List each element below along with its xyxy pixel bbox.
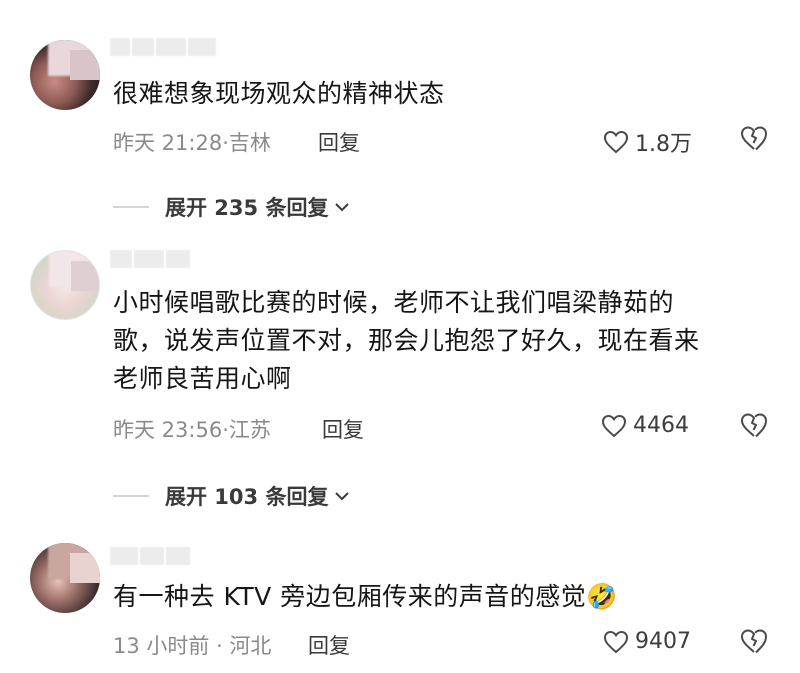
comment-line: 小时候唱歌比赛的时候，老师不让我们唱梁静茹的	[113, 288, 675, 317]
expand-replies-label: 展开 103 条回复	[165, 485, 329, 509]
reply-button[interactable]: 回复	[318, 127, 360, 157]
comment-meta: 13 小时前 · 河北	[113, 634, 272, 658]
broken-heart-icon[interactable]	[740, 412, 768, 438]
chevron-down-icon	[335, 203, 350, 212]
comment-text: 小时候唱歌比赛的时候，老师不让我们唱梁静茹的 歌，说发声位置不对，那会儿抱怨了好…	[113, 284, 700, 398]
username-redacted[interactable]	[110, 250, 192, 268]
comment-line: 有一种去 KTV 旁边包厢传来的声音的感觉🤣	[113, 582, 618, 611]
username-redacted[interactable]	[110, 38, 218, 56]
divider	[113, 495, 149, 497]
expand-replies-button[interactable]: 展开 235 条回复	[113, 192, 350, 222]
heart-outline-icon	[603, 130, 629, 154]
expand-replies-label: 展开 235 条回复	[165, 196, 329, 220]
avatar[interactable]	[30, 250, 100, 320]
comment-meta: 昨天 23:56·江苏	[113, 418, 271, 442]
avatar[interactable]	[30, 40, 100, 110]
like-count: 1.8万	[635, 132, 692, 157]
reply-button[interactable]: 回复	[308, 630, 350, 660]
comment-text: 有一种去 KTV 旁边包厢传来的声音的感觉🤣	[113, 578, 618, 616]
broken-heart-icon[interactable]	[740, 628, 768, 654]
heart-outline-icon	[603, 630, 629, 653]
like-button[interactable]: 4464	[601, 413, 689, 438]
comment-line: 老师良苦用心啊	[113, 364, 292, 393]
reply-button[interactable]: 回复	[322, 414, 364, 444]
broken-heart-icon[interactable]	[740, 125, 768, 151]
divider	[113, 206, 149, 208]
comment-meta: 昨天 21:28·吉林	[113, 131, 271, 155]
comment-text: 很难想象现场观众的精神状态	[113, 75, 445, 113]
avatar[interactable]	[30, 543, 100, 613]
heart-outline-icon	[601, 414, 627, 437]
comment-line: 歌，说发声位置不对，那会儿抱怨了好久，现在看来	[113, 326, 700, 355]
username-redacted[interactable]	[110, 547, 192, 565]
like-button[interactable]: 1.8万	[603, 126, 692, 158]
like-button[interactable]: 9407	[603, 629, 691, 654]
like-count: 9407	[635, 629, 691, 654]
expand-replies-button[interactable]: 展开 103 条回复	[113, 481, 350, 511]
like-count: 4464	[633, 413, 689, 438]
chevron-down-icon	[335, 492, 350, 501]
comment-line: 很难想象现场观众的精神状态	[113, 79, 445, 108]
